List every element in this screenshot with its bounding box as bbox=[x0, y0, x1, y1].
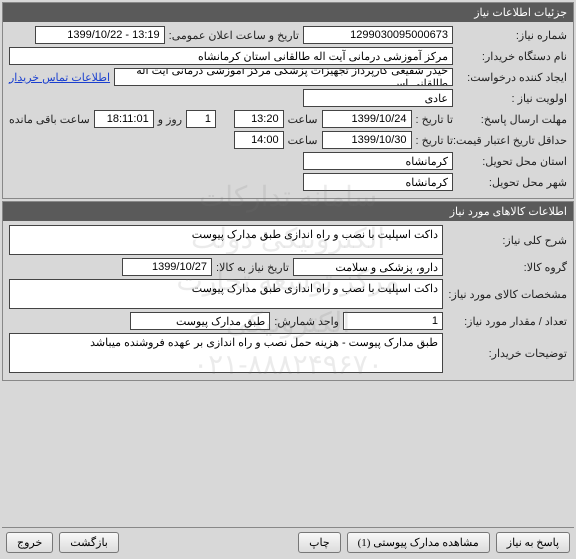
need-number-field: 1299030095000673 bbox=[303, 26, 453, 44]
panel2-title: اطلاعات کالاهای مورد نیاز bbox=[3, 202, 573, 221]
panel1-title: جزئیات اطلاعات نیاز bbox=[3, 3, 573, 22]
qty-label: تعداد / مقدار مورد نیاز: bbox=[447, 315, 567, 328]
remain-time-lbl: ساعت باقی مانده bbox=[9, 113, 90, 126]
priority-field: عادی bbox=[303, 89, 453, 107]
back-button[interactable]: بازگشت bbox=[59, 532, 119, 553]
price-validity-label: حداقل تاریخ اعتبار قیمت: bbox=[457, 134, 567, 147]
price-validity-date-field: 1399/10/30 bbox=[322, 131, 412, 149]
spec-field: داکت اسپلیت با نصب و راه اندازی طبق مدار… bbox=[9, 279, 443, 309]
priority-label: اولویت نیاز : bbox=[457, 92, 567, 105]
creator-field: حیدر شفیعی کارپرداز تجهیزات پزشکی مرکز آ… bbox=[114, 68, 453, 86]
need-date-label: تاریخ نیاز به کالا: bbox=[216, 261, 289, 274]
province-label: استان محل تحویل: bbox=[457, 155, 567, 168]
footer-toolbar: پاسخ به نیاز مشاهده مدارک پیوستی (1) چاپ… bbox=[2, 527, 574, 557]
exit-button[interactable]: خروج bbox=[6, 532, 53, 553]
buyer-notes-field: طبق مدارک پیوست - هزینه حمل نصب و راه ان… bbox=[9, 333, 443, 373]
contact-link[interactable]: اطلاعات تماس خریدار bbox=[9, 71, 110, 84]
remain-day-field: 1 bbox=[186, 110, 216, 128]
buyer-field: مرکز آموزشی درمانی آیت اله طالقانی استان… bbox=[9, 47, 453, 65]
deadline-to-label: تا تاریخ : bbox=[416, 113, 453, 126]
unit-label: واحد شمارش: bbox=[274, 315, 339, 328]
general-desc-label: شرح کلی نیاز: bbox=[447, 234, 567, 247]
panel-need-details: جزئیات اطلاعات نیاز شماره نیاز: 12990300… bbox=[2, 2, 574, 199]
deadline-time-field: 13:20 bbox=[234, 110, 284, 128]
deadline-date-field: 1399/10/24 bbox=[322, 110, 412, 128]
buyer-notes-label: توضیحات خریدار: bbox=[447, 347, 567, 360]
group-field: دارو، پزشکی و سلامت bbox=[293, 258, 443, 276]
anndate-field: 13:19 - 1399/10/22 bbox=[35, 26, 165, 44]
respond-button[interactable]: پاسخ به نیاز bbox=[496, 532, 570, 553]
creator-label: ایجاد کننده درخواست: bbox=[457, 71, 567, 84]
deadline-time-lbl: ساعت bbox=[288, 113, 318, 126]
city-field: کرمانشاه bbox=[303, 173, 453, 191]
price-validity-time-lbl: ساعت bbox=[288, 134, 318, 147]
anndate-label: تاریخ و ساعت اعلان عمومی: bbox=[169, 29, 299, 42]
remain-time-field: 18:11:01 bbox=[94, 110, 154, 128]
attachments-button[interactable]: مشاهده مدارک پیوستی (1) bbox=[347, 532, 490, 553]
price-validity-to-label: تا تاریخ : bbox=[416, 134, 453, 147]
price-validity-time-field: 14:00 bbox=[234, 131, 284, 149]
buyer-label: نام دستگاه خریدار: bbox=[457, 50, 567, 63]
city-label: شهر محل تحویل: bbox=[457, 176, 567, 189]
general-desc-field: داکت اسپلیت با نصب و راه اندازی طبق مدار… bbox=[9, 225, 443, 255]
remain-day-lbl: روز و bbox=[158, 113, 182, 126]
province-field: کرمانشاه bbox=[303, 152, 453, 170]
need-number-label: شماره نیاز: bbox=[457, 29, 567, 42]
panel-goods-info: اطلاعات کالاهای مورد نیاز شرح کلی نیاز: … bbox=[2, 201, 574, 381]
deadline-label: مهلت ارسال پاسخ: bbox=[457, 113, 567, 126]
unit-field: طبق مدارک پیوست bbox=[130, 312, 270, 330]
group-label: گروه کالا: bbox=[447, 261, 567, 274]
need-date-field: 1399/10/27 bbox=[122, 258, 212, 276]
qty-field: 1 bbox=[343, 312, 443, 330]
spec-label: مشخصات کالای مورد نیاز: bbox=[447, 288, 567, 301]
print-button[interactable]: چاپ bbox=[298, 532, 341, 553]
